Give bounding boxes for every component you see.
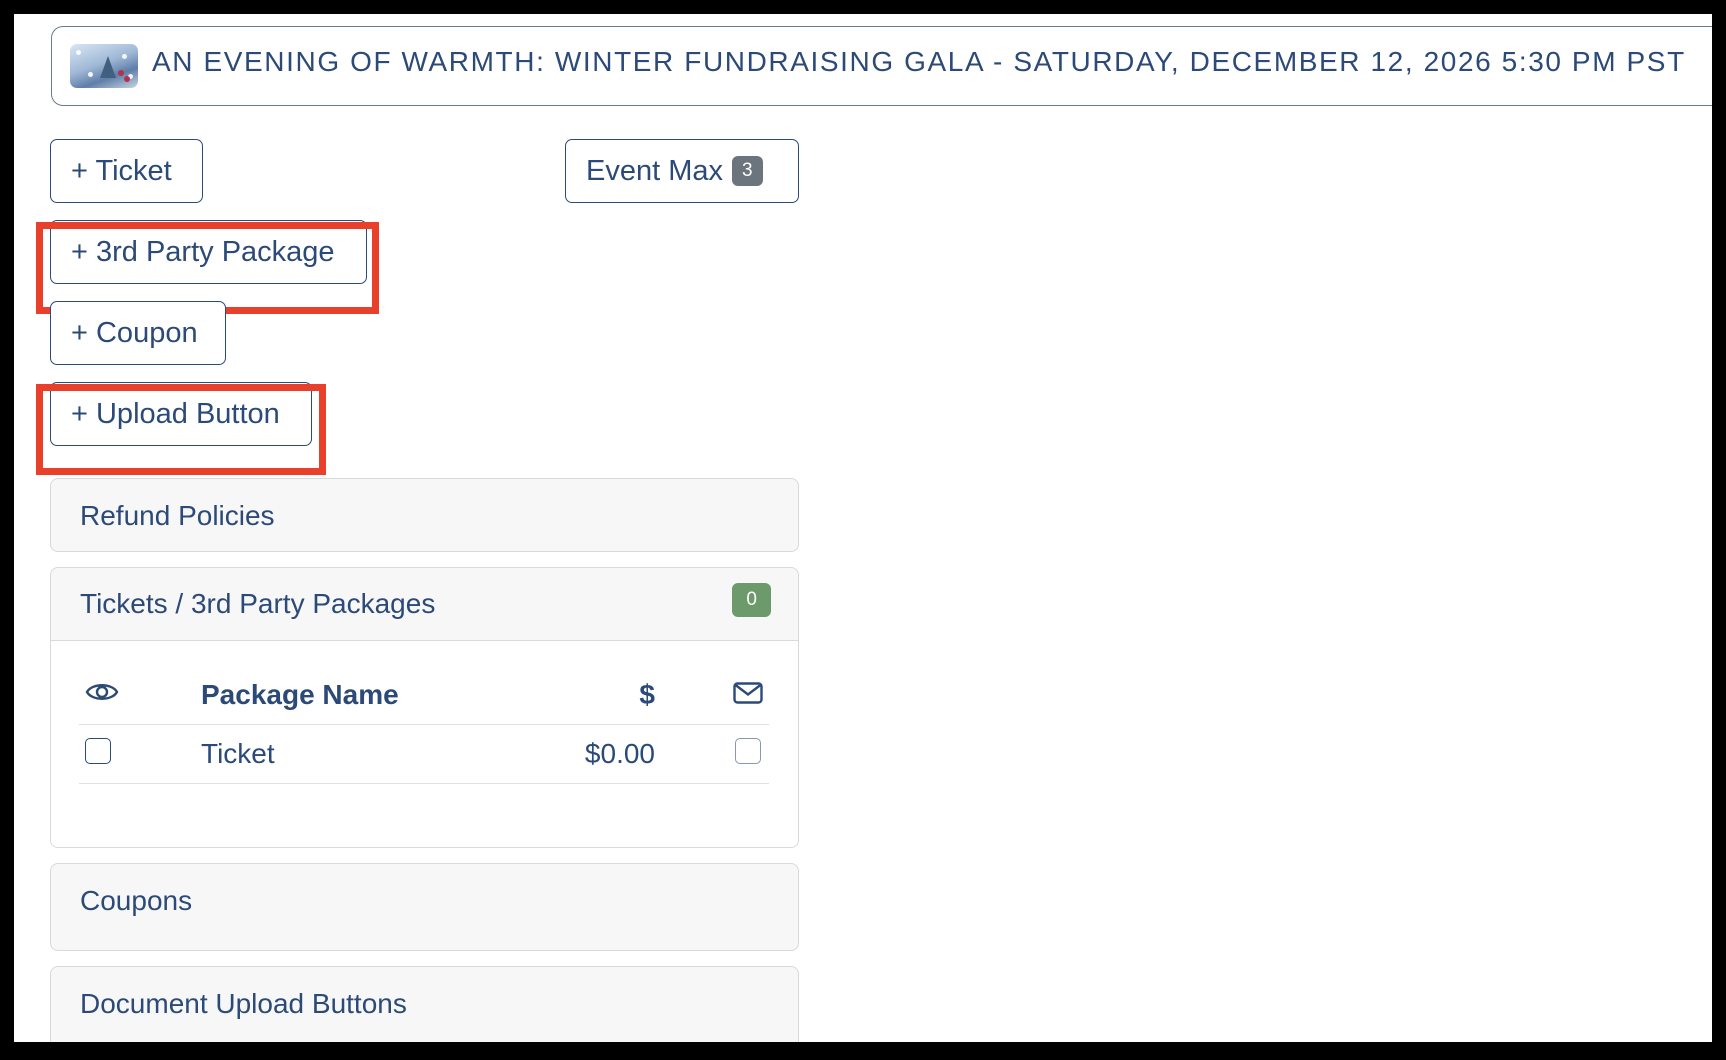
envelope-icon bbox=[733, 682, 763, 704]
add-upload-label: + Upload Button bbox=[71, 397, 280, 430]
add-upload-button[interactable]: + Upload Button bbox=[50, 382, 312, 446]
event-title: AN EVENING OF WARMTH: WINTER FUNDRAISING… bbox=[152, 46, 1686, 77]
refund-policies-panel[interactable]: Refund Policies bbox=[50, 478, 799, 552]
tickets-panel-header[interactable]: Tickets / 3rd Party Packages bbox=[51, 568, 798, 640]
add-coupon-button[interactable]: + Coupon bbox=[50, 301, 226, 365]
add-coupon-label: + Coupon bbox=[71, 316, 198, 349]
page-frame: AN EVENING OF WARMTH: WINTER FUNDRAISING… bbox=[14, 14, 1712, 1042]
event-max-button[interactable]: Event Max 3 bbox=[565, 139, 799, 203]
email-checkbox[interactable] bbox=[735, 737, 761, 764]
add-third-party-package-label: + 3rd Party Package bbox=[71, 235, 335, 268]
event-max-badge: 3 bbox=[732, 155, 763, 187]
tickets-count-badge: 0 bbox=[732, 583, 771, 617]
column-visible bbox=[79, 666, 201, 725]
eye-icon bbox=[85, 684, 119, 700]
visible-checkbox[interactable] bbox=[85, 737, 111, 764]
table-row: Ticket $0.00 bbox=[79, 724, 769, 784]
coupons-title: Coupons bbox=[80, 885, 193, 916]
table-header-row: Package Name $ bbox=[79, 666, 769, 725]
add-third-party-package-button[interactable]: + 3rd Party Package bbox=[50, 220, 367, 284]
column-package-name: Package Name bbox=[201, 666, 525, 725]
event-header: AN EVENING OF WARMTH: WINTER FUNDRAISING… bbox=[51, 26, 1712, 106]
tickets-panel-title: Tickets / 3rd Party Packages bbox=[80, 588, 436, 619]
tickets-panel: Tickets / 3rd Party Packages 0 Package N… bbox=[50, 567, 799, 848]
add-ticket-button[interactable]: + Ticket bbox=[50, 139, 203, 203]
refund-policies-title: Refund Policies bbox=[80, 500, 275, 531]
document-upload-buttons-title: Document Upload Buttons bbox=[80, 988, 407, 1019]
tickets-panel-body: Package Name $ Ticket $0.00 bbox=[51, 640, 798, 847]
coupons-panel[interactable]: Coupons bbox=[50, 863, 799, 951]
event-thumbnail bbox=[70, 44, 138, 88]
package-table: Package Name $ Ticket $0.00 bbox=[79, 666, 769, 784]
visible-cell bbox=[79, 724, 201, 784]
email-cell bbox=[655, 724, 769, 784]
column-email bbox=[655, 666, 769, 725]
add-ticket-label: + Ticket bbox=[71, 154, 172, 187]
package-name-cell: Ticket bbox=[201, 724, 525, 784]
event-max-label: Event Max bbox=[586, 154, 723, 187]
column-price: $ bbox=[525, 666, 655, 725]
document-upload-buttons-panel[interactable]: Document Upload Buttons bbox=[50, 966, 799, 1042]
price-cell: $0.00 bbox=[525, 724, 655, 784]
